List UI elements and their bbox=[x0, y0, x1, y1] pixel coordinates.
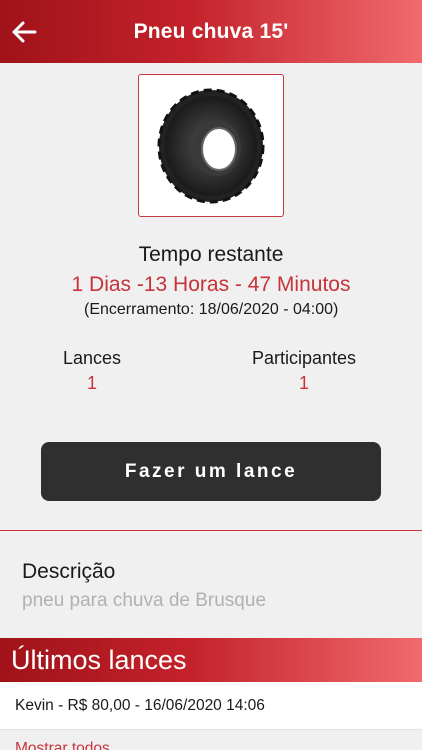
list-item: Kevin - R$ 80,00 - 16/06/2020 14:06 bbox=[0, 682, 422, 730]
description-title: Descrição bbox=[22, 560, 116, 583]
app-header: Pneu chuva 15' bbox=[0, 0, 422, 63]
last-bids-title: Últimos lances bbox=[11, 644, 187, 675]
arrow-left-icon[interactable] bbox=[10, 18, 38, 46]
description-text: pneu para chuva de Brusque bbox=[22, 590, 267, 611]
last-bids-header: Últimos lances bbox=[0, 638, 422, 682]
product-image[interactable] bbox=[138, 74, 284, 217]
bid-entry: Kevin - R$ 80,00 - 16/06/2020 14:06 bbox=[15, 696, 265, 714]
participants-stat: Participantes 1 bbox=[232, 348, 376, 394]
tire-image bbox=[157, 88, 265, 203]
participants-label: Participantes bbox=[251, 348, 357, 368]
closing-date: (Encerramento: 18/06/2020 - 04:00) bbox=[84, 301, 339, 318]
bids-stat: Lances 1 bbox=[52, 348, 132, 394]
bids-label: Lances bbox=[62, 348, 122, 368]
show-all-link[interactable]: Mostrar todos bbox=[15, 740, 110, 750]
time-remaining-label: Tempo restante bbox=[138, 243, 284, 266]
participants-value: 1 bbox=[298, 373, 309, 393]
page-title: Pneu chuva 15' bbox=[133, 19, 289, 43]
place-bid-button[interactable]: Fazer um lance bbox=[41, 442, 381, 501]
bids-value: 1 bbox=[86, 373, 97, 393]
time-remaining-value: 1 Dias -13 Horas - 47 Minutos bbox=[71, 273, 351, 296]
divider bbox=[0, 530, 422, 531]
